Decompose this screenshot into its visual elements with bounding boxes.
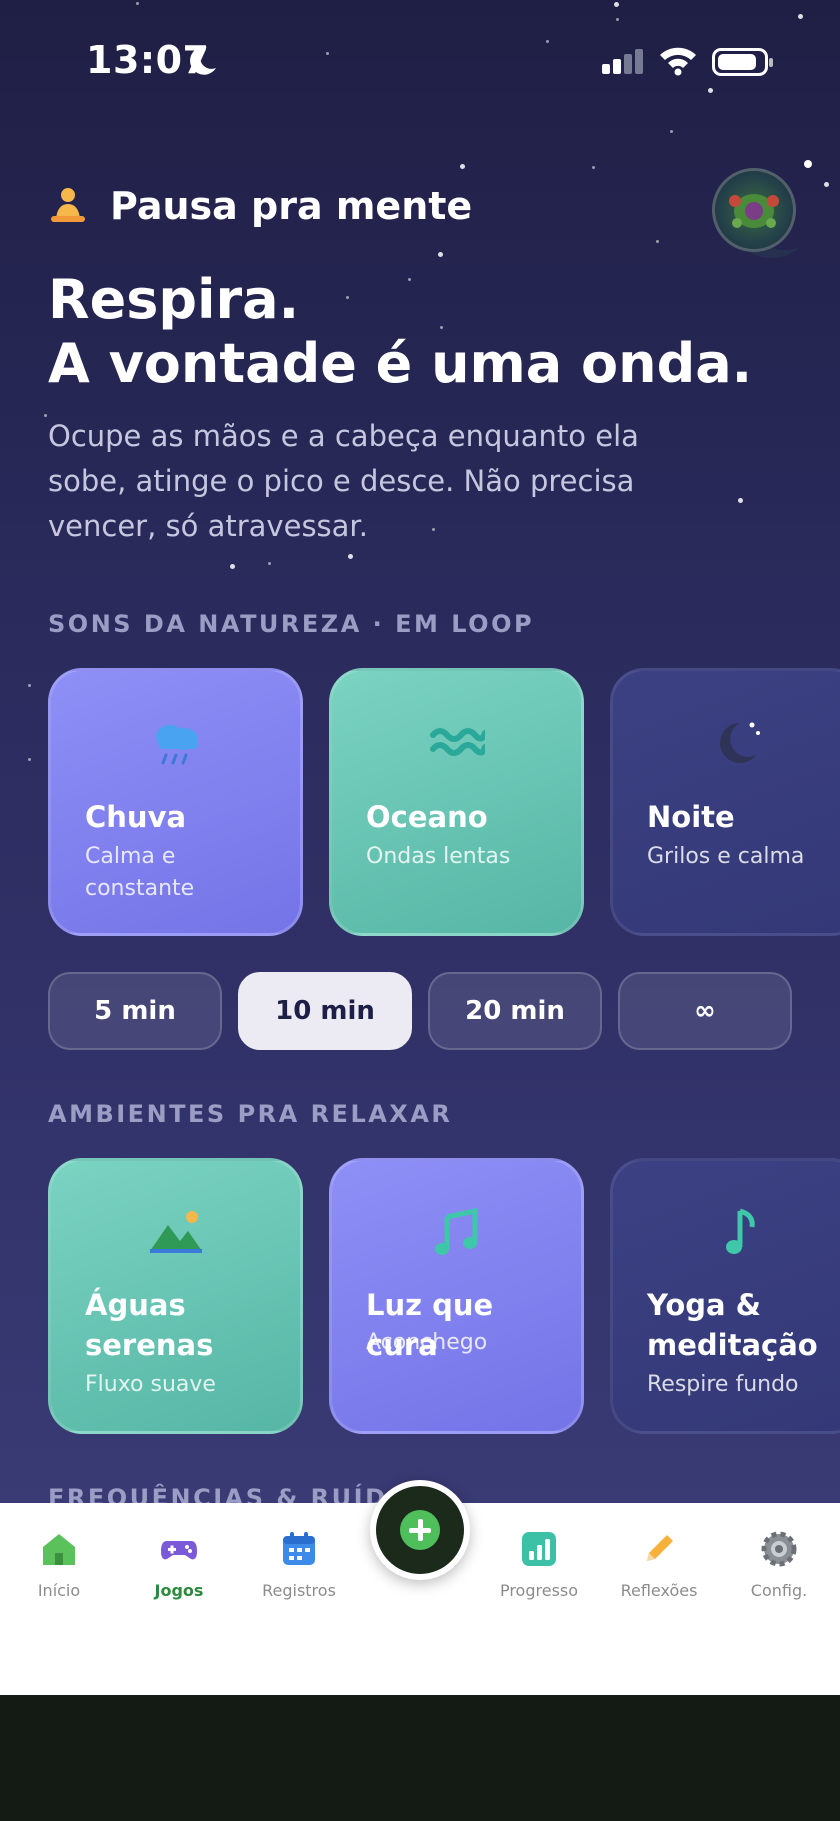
duration-option-20[interactable]: 20 min xyxy=(428,972,602,1050)
ambients-cards: Águas serenas Fluxo suave Luz que cura A… xyxy=(48,1158,840,1434)
battery-icon xyxy=(712,48,773,76)
nav-label: Progresso xyxy=(499,1581,579,1600)
plus-icon xyxy=(400,1510,440,1550)
duration-option-5[interactable]: 5 min xyxy=(48,972,222,1050)
nav-label: Início xyxy=(37,1581,81,1600)
card-subtitle: Ondas lentas xyxy=(366,844,511,869)
status-bar: 13:07 xyxy=(0,0,840,120)
mascot-avatar[interactable] xyxy=(712,168,796,252)
nav-label: Jogos xyxy=(154,1581,204,1600)
ambient-card-luz-que-cura[interactable]: Luz que cura Aconchego xyxy=(329,1158,584,1434)
duration-option-10[interactable]: 10 min xyxy=(238,972,412,1050)
card-subtitle: Aconchego xyxy=(366,1330,488,1355)
card-title: Oceano xyxy=(366,800,488,834)
wifi-icon xyxy=(660,47,696,76)
nav-item-config[interactable]: Config. xyxy=(724,1529,834,1600)
nav-item-inicio[interactable]: Início xyxy=(4,1529,114,1600)
card-title: Chuva xyxy=(85,800,187,834)
gear-icon xyxy=(761,1531,797,1567)
nav-item-registros[interactable]: Registros xyxy=(244,1529,354,1600)
duration-selector: 5 min 10 min 20 min ∞ xyxy=(48,972,792,1050)
nav-item-reflexoes[interactable]: Reflexões xyxy=(604,1529,714,1600)
sound-card-oceano[interactable]: Oceano Ondas lentas xyxy=(329,668,584,936)
card-subtitle: Calma e constante xyxy=(85,844,195,901)
page-headline: Respira. A vontade é uma onda. xyxy=(48,268,808,396)
home-icon xyxy=(43,1534,75,1565)
screen: 13:07 Pausa pra mente Respira. A vontade… xyxy=(0,0,840,1695)
page-subtitle: Ocupe as mãos e a cabeça enquanto ela so… xyxy=(48,419,639,543)
headline-line-2: A vontade é uma onda. xyxy=(48,332,753,395)
card-title: Águas serenas xyxy=(85,1288,214,1362)
nav-item-jogos[interactable]: Jogos xyxy=(124,1529,234,1600)
waves-icon xyxy=(429,728,485,756)
ambients-section-label: AMBIENTES PRA RELAXAR xyxy=(48,1100,453,1128)
ambient-card-yoga-meditacao[interactable]: Yoga & meditação Respire fundo xyxy=(610,1158,840,1434)
brand-row: Pausa pra mente xyxy=(48,184,472,228)
rain-cloud-icon xyxy=(155,725,198,765)
chart-icon xyxy=(522,1532,556,1566)
gamepad-icon xyxy=(161,1541,197,1560)
sounds-cards: Chuva Calma e constante Oceano Ondas len… xyxy=(48,668,840,936)
card-subtitle: Fluxo suave xyxy=(85,1372,216,1397)
ambient-card-aguas-serenas[interactable]: Águas serenas Fluxo suave xyxy=(48,1158,303,1434)
do-not-disturb-moon-icon xyxy=(190,46,216,75)
turtle-icon xyxy=(729,194,779,228)
duration-option-infinite[interactable]: ∞ xyxy=(618,972,792,1050)
nav-item-progresso[interactable]: Progresso xyxy=(484,1529,594,1600)
add-button[interactable] xyxy=(370,1480,470,1580)
card-subtitle: Grilos e calma xyxy=(647,844,805,869)
card-title: Yoga & meditação xyxy=(647,1288,818,1362)
music-notes-icon xyxy=(434,1207,477,1255)
brand-title: Pausa pra mente xyxy=(110,184,473,228)
card-subtitle: Respire fundo xyxy=(647,1372,799,1397)
nav-label: Config. xyxy=(750,1581,808,1600)
headline-line-1: Respira. xyxy=(48,268,300,331)
moon-icon xyxy=(719,722,760,763)
landscape-icon xyxy=(149,1211,202,1253)
music-note-icon xyxy=(725,1208,755,1254)
sounds-section-label: SONS DA NATUREZA · EM LOOP xyxy=(48,610,535,638)
cellular-signal-icon xyxy=(602,49,643,74)
nav-label: Reflexões xyxy=(620,1581,698,1600)
meditation-person-icon xyxy=(51,188,85,222)
sound-card-noite[interactable]: Noite Grilos e calma xyxy=(610,668,840,936)
calendar-icon xyxy=(283,1532,315,1565)
sound-card-chuva[interactable]: Chuva Calma e constante xyxy=(48,668,303,936)
card-title: Noite xyxy=(647,800,735,834)
nav-label: Registros xyxy=(262,1581,336,1600)
pencil-icon xyxy=(647,1535,673,1561)
